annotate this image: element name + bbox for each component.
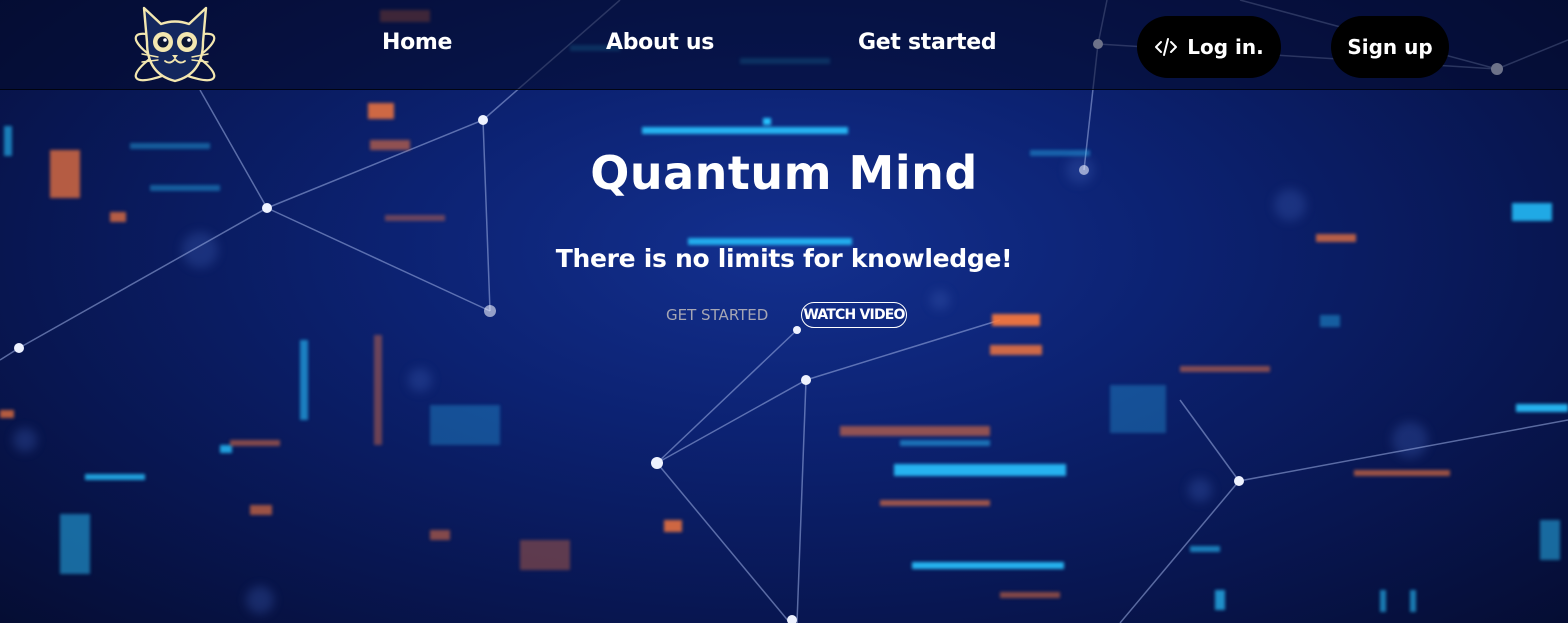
watch-video-label: WATCH VIDEO [803,307,905,323]
nav-about-link[interactable]: About us [606,30,714,55]
code-brackets-icon [1155,38,1178,56]
login-label: Log in. [1187,35,1264,59]
network-background [0,0,1568,623]
nav-home-link[interactable]: Home [382,30,452,55]
hero-section: Home About us Get started Log in. Sign u… [0,0,1568,623]
signup-button[interactable]: Sign up [1331,16,1449,78]
watch-video-button[interactable]: WATCH VIDEO [801,302,907,328]
login-button[interactable]: Log in. [1137,16,1281,78]
hero-subtitle: There is no limits for knowledge! [555,244,1013,273]
get-started-button[interactable]: GET STARTED [666,306,768,324]
hero-title: Quantum Mind [590,146,978,200]
cat-atom-logo-icon[interactable] [128,2,222,88]
signup-label: Sign up [1347,35,1433,59]
top-navbar: Home About us Get started Log in. Sign u… [0,0,1568,90]
nav-get-started-link[interactable]: Get started [858,30,997,55]
